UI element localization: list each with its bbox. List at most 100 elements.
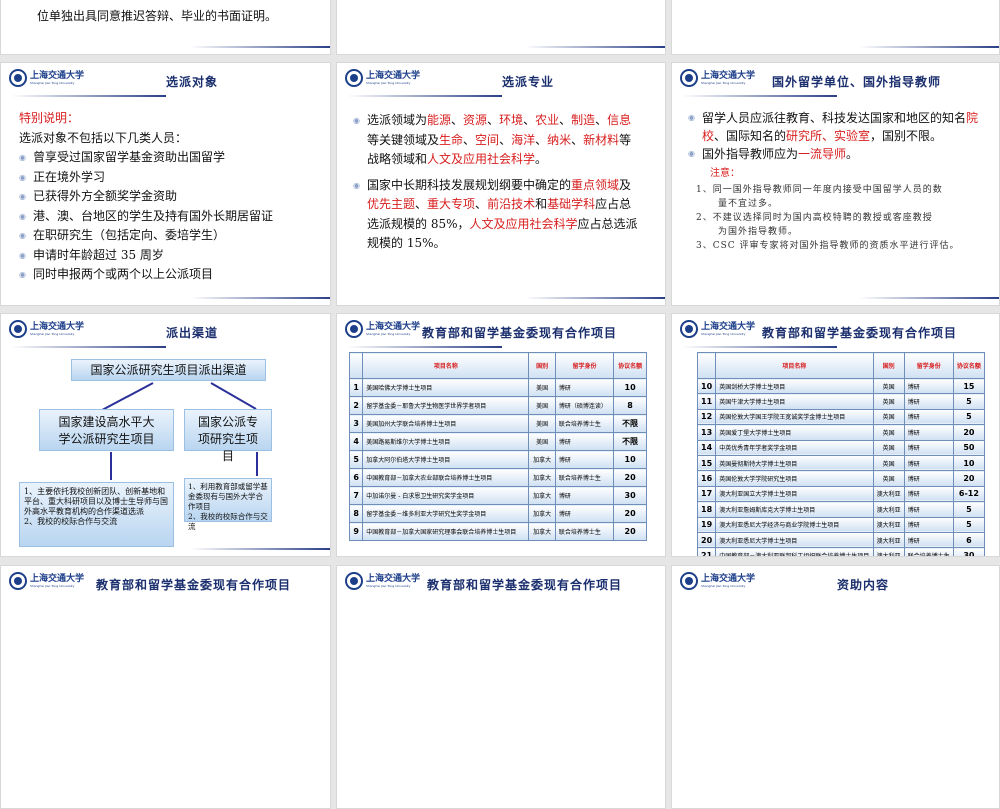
row-number-cell: 20	[696, 531, 717, 549]
row-number-cell: 10	[696, 377, 717, 395]
slide-title: 教育部和留学基金委现有合作项目	[96, 578, 292, 592]
row-number-cell: 6	[348, 468, 364, 487]
footer-line	[859, 46, 999, 48]
text-span: 、	[475, 197, 488, 211]
study-status-cell: 博研	[554, 486, 615, 505]
quota-cell: 6-12	[952, 485, 986, 503]
study-status-cell: 联合培养博士生	[554, 522, 615, 541]
seal-icon	[680, 572, 698, 590]
slide-title: 教育部和留学基金委现有合作项目	[762, 326, 958, 340]
quota-cell: 10	[613, 450, 647, 469]
table-row: 16 英国伦敦大学学院研究生项目 英国 博研 20	[696, 470, 986, 487]
project-name-cell: 澳大利亚詹姆斯库克大学博士生项目	[715, 501, 874, 518]
slide-thumbnail[interactable]: 位单独出具同意推迟答辩、毕业的书面证明。	[0, 0, 331, 55]
logo-subtext: Shanghai Jiao Tong University	[701, 331, 746, 336]
study-status-cell: 联合培养博士生	[903, 547, 954, 556]
row-number-cell: 16	[696, 470, 717, 487]
highlight-text: 人文及应用社会科学	[427, 152, 536, 166]
text-span: 、	[535, 132, 548, 147]
university-logo: 上海交通大学 Shanghai Jiao Tong University	[680, 572, 755, 590]
note-label: 注意：	[710, 168, 740, 179]
slide-selection-majors[interactable]: 上海交通大学 Shanghai Jiao Tong University 选派专业…	[336, 62, 666, 306]
university-logo: 上海交通大学 Shanghai Jiao Tong University	[680, 320, 755, 338]
university-logo: 上海交通大学 Shanghai Jiao Tong University	[9, 320, 84, 338]
column-header: 国别	[872, 352, 905, 379]
table-row: 19 澳大利亚悉尼大学经济与商业学院博士生项目 澳大利亚 博研 5	[696, 516, 986, 533]
country-cell: 英国	[872, 470, 905, 487]
bullet-proportions: 国家中长期科技发展规划纲要中确定的重点领域及优先主题、重大专项、前沿技术和基础学…	[353, 176, 643, 254]
project-name-cell: 中英优秀青年学者奖学金项目	[715, 439, 874, 456]
study-status-cell: 博研	[903, 377, 954, 395]
country-cell: 澳大利亚	[872, 547, 905, 556]
column-header: 协议名额	[952, 352, 986, 379]
project-name-cell: 中加诺尔曼 - 白求恩卫生研究奖学金项目	[362, 486, 530, 505]
quota-cell: 5	[952, 501, 986, 518]
quota-cell: 8	[613, 396, 647, 415]
study-status-cell: 博研	[554, 450, 615, 469]
text-span: 和	[535, 197, 548, 211]
country-cell: 英国	[872, 408, 905, 426]
text-span: ，国别不限。	[870, 129, 943, 143]
quota-cell: 30	[952, 547, 986, 556]
slide-cooperation-projects-1[interactable]: 上海交通大学 Shanghai Jiao Tong University 教育部和…	[336, 313, 666, 557]
highlight-text: 生命	[439, 132, 464, 147]
slide-foreign-institutions[interactable]: 上海交通大学 Shanghai Jiao Tong University 国外留学…	[671, 62, 1000, 306]
project-name-cell: 中国教育部－加拿大国家研究理事会联合培养博士生项目	[362, 522, 530, 541]
study-status-cell: 博研	[554, 504, 615, 523]
study-status-cell: 博研	[554, 378, 615, 397]
project-name-cell: 留学基金委－耶鲁大学生物医学世界学者项目	[362, 396, 530, 415]
table-row: 17 澳大利亚国立大学博士生项目 澳大利亚 博研 6-12	[696, 485, 986, 503]
seal-icon	[680, 69, 698, 87]
study-status-cell: 联合培养博士生	[554, 414, 615, 433]
bullet-fields: 选派领域为能源、资源、环境、农业、制造、信息等关键领域及生命、空间、海洋、纳米、…	[353, 111, 643, 170]
table-header-row: 项目名称 国别 留学身份 协议名额	[696, 352, 986, 379]
arrow-icon	[110, 452, 112, 480]
list-item: 曾享受过国家留学基金资助出国留学	[19, 148, 320, 168]
column-header: 留学身份	[554, 352, 615, 379]
slide-title: 选派对象	[166, 75, 219, 89]
slide-selection-targets[interactable]: 上海交通大学 Shanghai Jiao Tong University 选派对象…	[0, 62, 331, 306]
projects-table: 项目名称 国别 留学身份 协议名额 1 美国哈佛大学博士生项目 美国 博研 10 2 留学基金委－耶…	[348, 352, 647, 541]
slide-dispatch-channels[interactable]: 上海交通大学 Shanghai Jiao Tong University 派出渠道…	[0, 313, 331, 557]
project-name-cell: 中国教育部－澳大利亚联邦科工组织联合培养博士生项目	[715, 547, 874, 556]
slide-thumbnail[interactable]	[336, 0, 666, 55]
project-name-cell: 英国伦敦大学学院研究生项目	[715, 470, 874, 487]
highlight-text: 农业	[535, 113, 560, 127]
quota-cell: 不限	[613, 414, 647, 433]
logo-subtext: Shanghai Jiao Tong University	[30, 80, 75, 85]
text-span: 、国际知名的	[714, 129, 787, 143]
project-name-cell: 英国牛津大学博士生项目	[715, 393, 874, 410]
text-span: 、	[499, 132, 512, 147]
slide-title: 选派专业	[502, 75, 555, 89]
project-name-cell: 加拿大阿尔伯塔大学博士生项目	[362, 450, 530, 469]
table-row: 18 澳大利亚詹姆斯库克大学博士生项目 澳大利亚 博研 5	[696, 501, 986, 518]
logo-subtext: Shanghai Jiao Tong University	[366, 583, 411, 588]
list-item: 同时申报两个或两个以上公派项目	[19, 265, 320, 285]
text-span: 、	[415, 197, 428, 211]
table-row: 13 英国爱丁堡大学博士生项目 英国 博研 20	[696, 424, 986, 441]
row-number-cell: 18	[696, 501, 717, 518]
row-number-cell: 4	[348, 432, 364, 451]
logo-text: 上海交通大学	[30, 321, 85, 332]
country-cell: 澳大利亚	[872, 485, 905, 503]
country-cell: 澳大利亚	[872, 516, 905, 533]
slide-funding-content[interactable]: 上海交通大学 Shanghai Jiao Tong University 资助内容	[671, 565, 1000, 809]
quota-cell: 20	[952, 424, 986, 441]
university-logo: 上海交通大学 Shanghai Jiao Tong University	[345, 572, 420, 590]
logo-subtext: Shanghai Jiao Tong University	[701, 80, 746, 85]
arrow-icon	[210, 382, 257, 410]
highlight-text: 能源	[427, 113, 452, 127]
slide-cooperation-projects-3[interactable]: 上海交通大学 Shanghai Jiao Tong University 教育部和…	[0, 565, 331, 809]
text-span: 留学人员应派往教育、科技发达国家和地区的知名	[702, 111, 967, 125]
slide-cooperation-projects-4[interactable]: 上海交通大学 Shanghai Jiao Tong University 教育部和…	[336, 565, 666, 809]
text-span: 国外指导教师应为	[702, 147, 799, 161]
logo-text: 上海交通大学	[366, 573, 421, 584]
arrow-icon	[99, 382, 154, 413]
flow-right-box: 国家公派专项研究生项目	[184, 409, 272, 463]
slide-thumbnail[interactable]	[671, 0, 1000, 55]
slide-cooperation-projects-2[interactable]: 上海交通大学 Shanghai Jiao Tong University 教育部和…	[671, 313, 1000, 557]
quota-cell: 20	[613, 468, 647, 487]
column-header: 项目名称	[715, 352, 874, 379]
country-cell: 美国	[528, 414, 556, 433]
study-status-cell: 联合培养博士生	[554, 468, 615, 487]
